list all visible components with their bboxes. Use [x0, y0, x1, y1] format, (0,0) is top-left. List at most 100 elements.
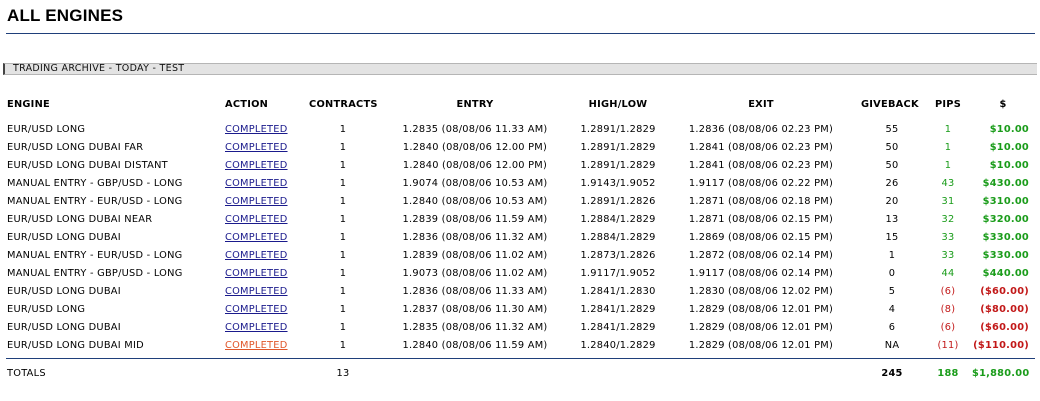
cell-highlow: 1.2840/1.2829	[580, 340, 656, 351]
cell-highlow: 1.2891/1.2829	[580, 124, 656, 135]
cell-engine: MANUAL ENTRY - GBP/USD - LONG	[7, 268, 183, 279]
cell-entry: 1.9073 (08/08/06 11.02 AM)	[402, 268, 548, 279]
cell-highlow: 1.2884/1.2829	[580, 214, 656, 225]
cell-exit: 1.2829 (08/08/06 12.01 PM)	[688, 340, 834, 351]
archive-label: TRADING ARCHIVE - TODAY - TEST	[13, 63, 185, 74]
cell-pips: (6)	[940, 286, 956, 297]
cell-pips: (6)	[940, 322, 956, 333]
cell-highlow: 1.2841/1.2829	[580, 322, 656, 333]
cell-exit: 1.2871 (08/08/06 02.18 PM)	[688, 196, 834, 207]
cell-usd: ($60.00)	[980, 286, 1029, 297]
header-usd: $	[999, 99, 1007, 110]
cell-exit: 1.2830 (08/08/06 12.02 PM)	[688, 286, 834, 297]
cell-pips: 1	[944, 160, 952, 171]
cell-usd: $440.00	[982, 268, 1029, 279]
cell-pips: 32	[941, 214, 955, 225]
cell-usd: $430.00	[982, 178, 1029, 189]
cell-contracts: 1	[339, 142, 347, 153]
cell-giveback: 55	[885, 124, 899, 135]
cell-exit: 1.2869 (08/08/06 02.15 PM)	[688, 232, 834, 243]
cell-entry: 1.2839 (08/08/06 11.59 AM)	[402, 214, 548, 225]
cell-contracts: 1	[339, 214, 347, 225]
header-highlow: HIGH/LOW	[588, 99, 648, 110]
cell-exit: 1.2872 (08/08/06 02.14 PM)	[688, 250, 834, 261]
cell-contracts: 1	[339, 232, 347, 243]
cell-engine: EUR/USD LONG DUBAI FAR	[7, 142, 144, 153]
cell-pips: 44	[941, 268, 955, 279]
cell-giveback: 1	[888, 250, 896, 261]
cell-usd: $310.00	[982, 196, 1029, 207]
completed-link[interactable]: COMPLETED	[225, 304, 288, 316]
cell-contracts: 1	[339, 160, 347, 171]
header-contracts: CONTRACTS	[309, 99, 378, 110]
header-pips: PIPS	[934, 99, 962, 110]
cell-highlow: 1.2884/1.2829	[580, 232, 656, 243]
cell-engine: MANUAL ENTRY - GBP/USD - LONG	[7, 178, 183, 189]
completed-link[interactable]: COMPLETED	[225, 142, 288, 154]
cell-giveback: 5	[888, 286, 896, 297]
cell-giveback: 0	[888, 268, 896, 279]
completed-link[interactable]: COMPLETED	[225, 250, 288, 262]
cell-giveback: NA	[884, 340, 900, 351]
cell-pips: 33	[941, 250, 955, 261]
cell-usd: $320.00	[982, 214, 1029, 225]
completed-link[interactable]: COMPLETED	[225, 160, 288, 172]
cell-highlow: 1.9143/1.9052	[580, 178, 656, 189]
cell-exit: 1.2871 (08/08/06 02.15 PM)	[688, 214, 834, 225]
completed-link[interactable]: COMPLETED	[225, 322, 288, 334]
cell-contracts: 1	[339, 322, 347, 333]
cell-pips: 1	[944, 124, 952, 135]
cell-exit: 1.9117 (08/08/06 02.22 PM)	[688, 178, 834, 189]
cell-contracts: 1	[339, 304, 347, 315]
cell-usd: $330.00	[982, 250, 1029, 261]
header-giveback: GIVEBACK	[861, 99, 919, 110]
cell-usd: ($110.00)	[973, 340, 1029, 351]
cell-usd: ($60.00)	[980, 322, 1029, 333]
cell-usd: ($80.00)	[980, 304, 1029, 315]
cell-highlow: 1.2891/1.2826	[580, 196, 656, 207]
completed-link[interactable]: COMPLETED	[225, 268, 288, 280]
completed-link[interactable]: COMPLETED	[225, 196, 288, 208]
cell-engine: MANUAL ENTRY - EUR/USD - LONG	[7, 196, 183, 207]
cell-giveback: 26	[885, 178, 899, 189]
completed-link[interactable]: COMPLETED	[225, 178, 288, 190]
cell-highlow: 1.2841/1.2830	[580, 286, 656, 297]
header-exit: EXIT	[748, 99, 774, 110]
cell-pips: 1	[944, 142, 952, 153]
cell-entry: 1.2835 (08/08/06 11.32 AM)	[402, 322, 548, 333]
cell-contracts: 1	[339, 196, 347, 207]
cell-entry: 1.2840 (08/08/06 12.00 PM)	[402, 160, 548, 171]
cell-pips: (11)	[937, 340, 959, 351]
cell-giveback: 13	[885, 214, 899, 225]
completed-link[interactable]: COMPLETED	[225, 214, 288, 226]
header-entry: ENTRY	[456, 99, 494, 110]
cell-entry: 1.2839 (08/08/06 11.02 AM)	[402, 250, 548, 261]
cell-contracts: 1	[339, 268, 347, 279]
cell-exit: 1.9117 (08/08/06 02.14 PM)	[688, 268, 834, 279]
cell-contracts: 1	[339, 250, 347, 261]
cell-giveback: 20	[885, 196, 899, 207]
cell-usd: $330.00	[982, 232, 1029, 243]
cell-pips: (8)	[940, 304, 956, 315]
cell-engine: EUR/USD LONG DUBAI	[7, 322, 121, 333]
cell-entry: 1.9074 (08/08/06 10.53 AM)	[402, 178, 548, 189]
cell-highlow: 1.2891/1.2829	[580, 160, 656, 171]
totals-contracts: 13	[336, 368, 350, 379]
completed-link[interactable]: COMPLETED	[225, 124, 288, 136]
cell-giveback: 50	[885, 160, 899, 171]
cell-entry: 1.2840 (08/08/06 12.00 PM)	[402, 142, 548, 153]
page-title: ALL ENGINES	[7, 6, 124, 25]
header-engine: ENGINE	[7, 99, 50, 110]
completed-link[interactable]: COMPLETED	[225, 232, 288, 244]
cell-entry: 1.2836 (08/08/06 11.32 AM)	[402, 232, 548, 243]
cell-highlow: 1.9117/1.9052	[580, 268, 656, 279]
totals-divider	[6, 358, 1035, 359]
cell-pips: 43	[941, 178, 955, 189]
cell-exit: 1.2841 (08/08/06 02.23 PM)	[688, 160, 834, 171]
cell-usd: $10.00	[989, 142, 1029, 153]
totals-usd: $1,880.00	[972, 368, 1030, 379]
completed-link[interactable]: COMPLETED	[225, 286, 288, 298]
cell-giveback: 6	[888, 322, 896, 333]
cell-giveback: 15	[885, 232, 899, 243]
completed-link[interactable]: COMPLETED	[225, 340, 288, 352]
